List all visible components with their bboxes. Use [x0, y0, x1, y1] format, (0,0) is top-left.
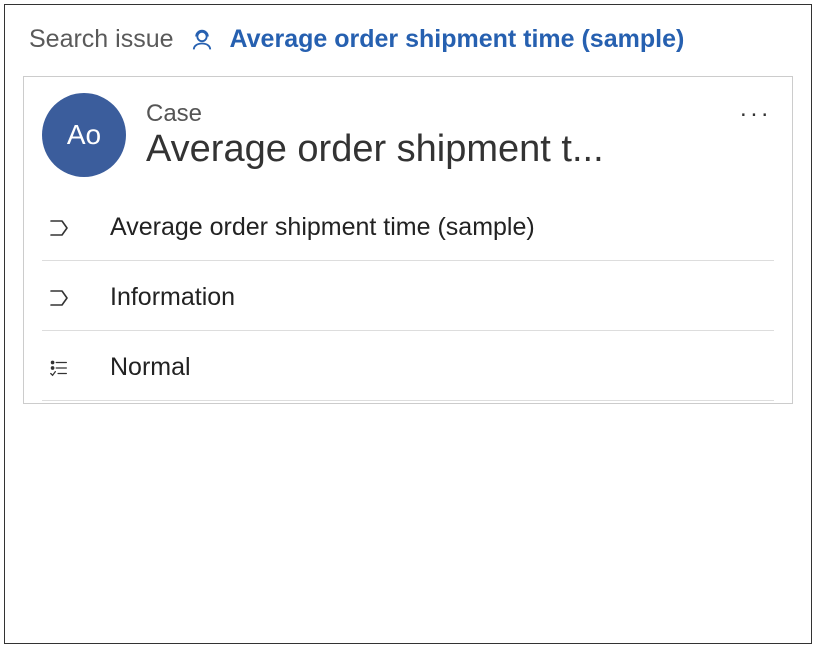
- breadcrumb-root[interactable]: Search issue: [29, 25, 174, 54]
- user-headset-icon: [188, 26, 216, 54]
- panel: Search issue Average order shipment time…: [4, 4, 812, 644]
- chevron-icon: [46, 286, 72, 310]
- field-form[interactable]: Information: [42, 261, 774, 331]
- chevron-icon: [46, 216, 72, 240]
- field-value: Information: [110, 283, 235, 312]
- field-priority[interactable]: Normal: [42, 331, 774, 401]
- priority-icon: [46, 357, 72, 379]
- avatar: Ao: [42, 93, 126, 177]
- more-actions-button[interactable]: ...: [740, 95, 772, 123]
- card-header-text: Case Average order shipment t...: [146, 100, 736, 171]
- field-subject[interactable]: Average order shipment time (sample): [42, 191, 774, 261]
- case-card: Ao Case Average order shipment t... ... …: [23, 76, 793, 404]
- field-value: Normal: [110, 353, 191, 382]
- breadcrumb-current[interactable]: Average order shipment time (sample): [230, 25, 685, 54]
- breadcrumb: Search issue Average order shipment time…: [29, 25, 793, 54]
- record-type-label: Case: [146, 100, 736, 128]
- card-header: Ao Case Average order shipment t... ...: [42, 93, 774, 177]
- record-title: Average order shipment t...: [146, 128, 736, 171]
- field-value: Average order shipment time (sample): [110, 213, 535, 242]
